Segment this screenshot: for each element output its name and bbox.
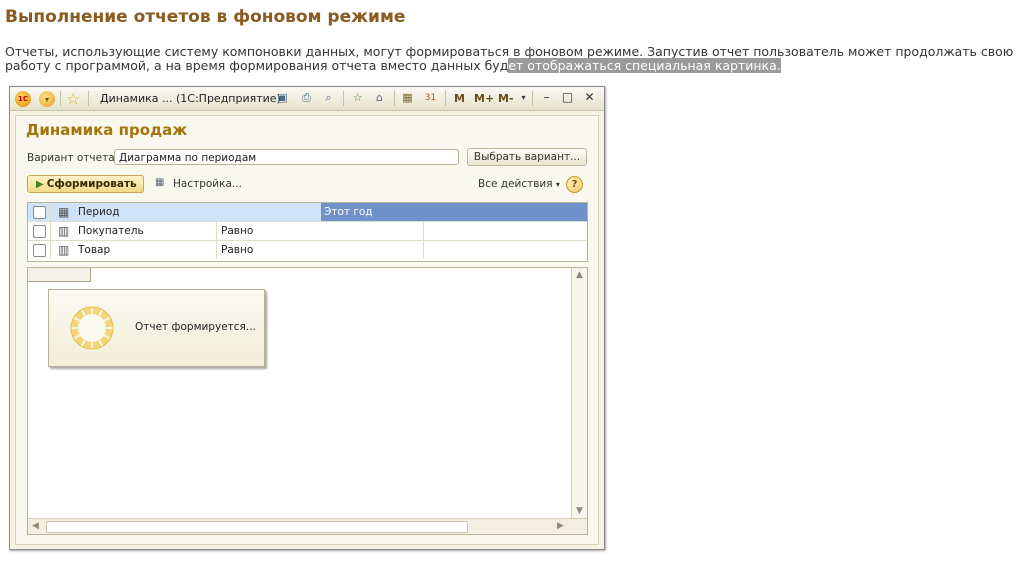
1c-logo-icon[interactable]: 1С (15, 91, 31, 107)
row-condition[interactable]: Равно (221, 222, 253, 240)
report-status-text: Отчет формируется... (135, 321, 256, 333)
variant-label: Вариант отчета: (27, 152, 119, 164)
memory-m-button[interactable]: M (454, 92, 465, 109)
chevron-down-icon: ▾ (555, 180, 560, 189)
row-checkbox[interactable] (33, 206, 46, 219)
report-area: Отчет формируется... ▲ ▼ ◀ ▶ (27, 267, 588, 535)
table-row[interactable]: ▦ Период Этот год (28, 203, 587, 222)
settings-icon[interactable]: ▦ (155, 177, 164, 188)
field-filter-icon: ▥ (58, 243, 70, 257)
report-form: Динамика продаж Вариант отчета: Диаграмм… (15, 115, 599, 545)
save-icon[interactable]: ▣ (275, 91, 290, 105)
favorites-star-icon[interactable]: ☆ (66, 89, 80, 108)
window-title: Динамика ... (1С:Предприятие) (100, 92, 281, 105)
intro-line-2-highlight: ет отображаться специальная картинка. (508, 58, 781, 73)
link-icon[interactable]: ⌂ (372, 91, 387, 105)
minimize-button[interactable]: – (539, 90, 554, 105)
row-value[interactable]: Этот год (321, 203, 587, 221)
horizontal-scrollbar[interactable]: ◀ ▶ (28, 518, 587, 534)
report-generating-popup: Отчет формируется... (48, 289, 265, 367)
field-filter-icon: ▥ (58, 224, 70, 238)
scroll-up-icon[interactable]: ▲ (572, 268, 587, 283)
loading-spinner-icon (70, 306, 114, 350)
generate-button[interactable]: ▶ Сформировать (27, 175, 144, 193)
row-checkbox[interactable] (33, 244, 46, 257)
intro-line-2-plain: работу с программой, а на время формиров… (5, 58, 509, 73)
chevron-down-icon[interactable]: ▾ (516, 91, 531, 105)
close-button[interactable]: ✕ (582, 90, 597, 105)
help-icon[interactable]: ? (566, 176, 583, 193)
settings-table: ▦ Период Этот год ▥ Покупатель Равно ▥ Т… (27, 202, 588, 262)
calendar-icon[interactable]: 31 (423, 91, 438, 105)
print-icon[interactable]: ⎙ (299, 91, 314, 105)
scroll-left-icon[interactable]: ◀ (28, 519, 43, 534)
table-row[interactable]: ▥ Товар Равно (28, 241, 587, 259)
memory-m-minus-button[interactable]: M- (498, 92, 514, 109)
row-field: Период (78, 206, 120, 218)
scroll-right-icon[interactable]: ▶ (553, 519, 568, 534)
variant-field[interactable]: Диаграмма по периодам (114, 149, 459, 165)
form-title: Динамика продаж (26, 121, 188, 139)
intro-line-2: работу с программой, а на время формиров… (5, 58, 1015, 73)
intro-line-1: Отчеты, использующие систему компоновки … (5, 44, 1014, 59)
window-titlebar: 1С ▾ ☆ Динамика ... (1С:Предприятие) ▣ ⎙… (10, 87, 604, 111)
scroll-down-icon[interactable]: ▼ (572, 504, 587, 519)
horizontal-scroll-thumb[interactable] (46, 521, 468, 533)
row-condition[interactable]: Равно (221, 241, 253, 259)
page-title: Выполнение отчетов в фоновом режиме (5, 7, 406, 27)
settings-button[interactable]: Настройка... (173, 178, 242, 190)
main-menu-icon[interactable]: ▾ (39, 91, 55, 107)
calculator-icon[interactable]: ▦ (400, 91, 415, 105)
all-actions-menu[interactable]: Все действия ▾ (478, 178, 560, 190)
play-icon: ▶ (36, 179, 44, 190)
row-checkbox[interactable] (33, 225, 46, 238)
memory-m-plus-button[interactable]: M+ (474, 92, 494, 109)
add-favorite-icon[interactable]: ☆ (350, 91, 365, 105)
table-row[interactable]: ▥ Покупатель Равно (28, 222, 587, 241)
app-window: 1С ▾ ☆ Динамика ... (1С:Предприятие) ▣ ⎙… (9, 86, 605, 550)
intro-text: Отчеты, использующие систему компоновки … (5, 45, 1015, 73)
row-field: Товар (78, 244, 111, 256)
maximize-button[interactable]: □ (560, 90, 575, 105)
generate-button-label: Сформировать (46, 178, 137, 190)
vertical-scrollbar[interactable]: ▲ ▼ (571, 268, 587, 519)
preview-icon[interactable]: ⌕ (321, 91, 336, 105)
field-table-icon: ▦ (58, 205, 70, 219)
choose-variant-button[interactable]: Выбрать вариант... (467, 148, 587, 166)
sheet-corner-tab[interactable] (28, 268, 91, 282)
all-actions-label: Все действия (478, 178, 553, 190)
row-field: Покупатель (78, 225, 144, 237)
